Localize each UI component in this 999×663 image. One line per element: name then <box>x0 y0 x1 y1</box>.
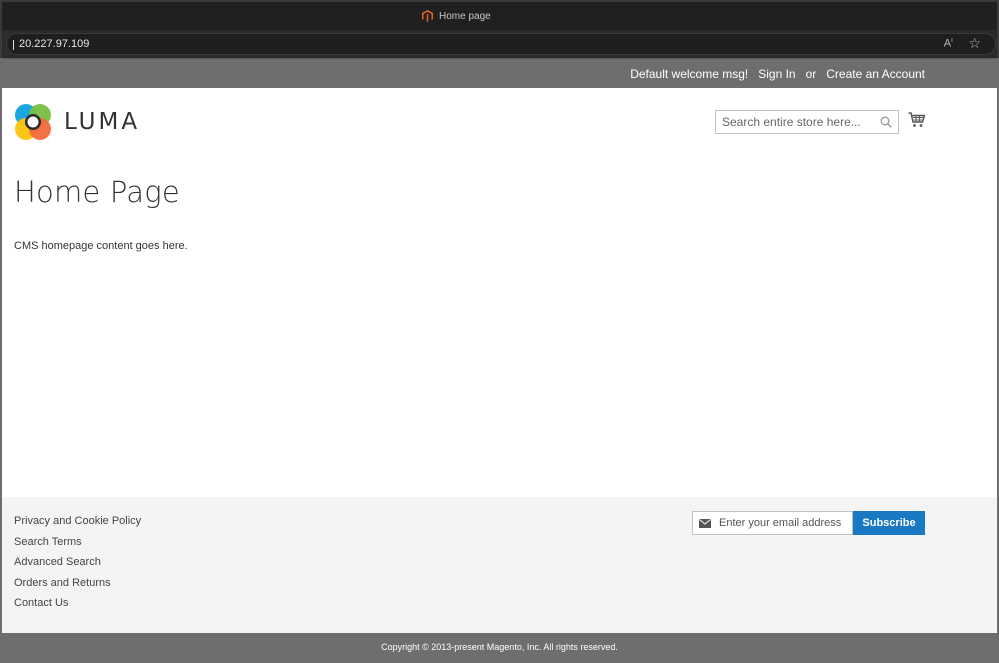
browser-titlebar: Home page <box>0 0 999 30</box>
url-field[interactable]: 20.227.97.109 Aı ☆ <box>6 33 996 55</box>
footer: Privacy and Cookie Policy Search Terms A… <box>2 497 997 633</box>
page-title: Home Page <box>14 175 180 209</box>
web-page: Default welcome msg! Sign In or Create a… <box>2 58 997 661</box>
footer-link-contact[interactable]: Contact Us <box>14 593 141 614</box>
magento-tab-icon <box>422 10 433 22</box>
panel-header: Default welcome msg! Sign In or Create a… <box>2 58 997 88</box>
copyright: Copyright © 2013-present Magento, Inc. A… <box>2 633 997 661</box>
store-logo[interactable]: LUMA <box>14 103 140 141</box>
footer-link-advanced-search[interactable]: Advanced Search <box>14 552 141 573</box>
footer-link-privacy[interactable]: Privacy and Cookie Policy <box>14 511 141 532</box>
footer-link-search-terms[interactable]: Search Terms <box>14 532 141 553</box>
browser-tab[interactable]: Home page <box>422 10 491 22</box>
or-separator: or <box>805 66 817 81</box>
footer-links: Privacy and Cookie Policy Search Terms A… <box>14 511 141 614</box>
favorite-star-icon[interactable]: ☆ <box>968 35 981 52</box>
create-account-link[interactable]: Create an Account <box>826 67 925 81</box>
search-box <box>715 110 899 134</box>
url-text[interactable]: 20.227.97.109 <box>19 38 89 50</box>
logo-text: LUMA <box>64 109 141 135</box>
newsletter-field <box>692 511 853 535</box>
tab-title: Home page <box>439 10 491 22</box>
subscribe-button[interactable]: Subscribe <box>853 511 925 535</box>
search-input[interactable] <box>716 111 880 133</box>
cms-content: CMS homepage content goes here. <box>14 240 188 252</box>
footer-link-orders-returns[interactable]: Orders and Returns <box>14 573 141 594</box>
text-caret <box>13 40 14 50</box>
newsletter-form: Subscribe <box>692 511 925 535</box>
shopping-cart-icon[interactable] <box>908 112 925 128</box>
luma-logo-icon <box>15 104 51 140</box>
envelope-icon <box>699 519 711 528</box>
header-content: LUMA <box>2 88 997 168</box>
welcome-message: Default welcome msg! <box>630 66 749 81</box>
newsletter-email-input[interactable] <box>719 512 851 534</box>
sign-in-link[interactable]: Sign In <box>758 67 795 81</box>
read-aloud-icon[interactable]: Aı <box>944 37 953 50</box>
browser-addressbar: 20.227.97.109 Aı ☆ <box>0 30 999 58</box>
search-icon[interactable] <box>880 116 892 128</box>
